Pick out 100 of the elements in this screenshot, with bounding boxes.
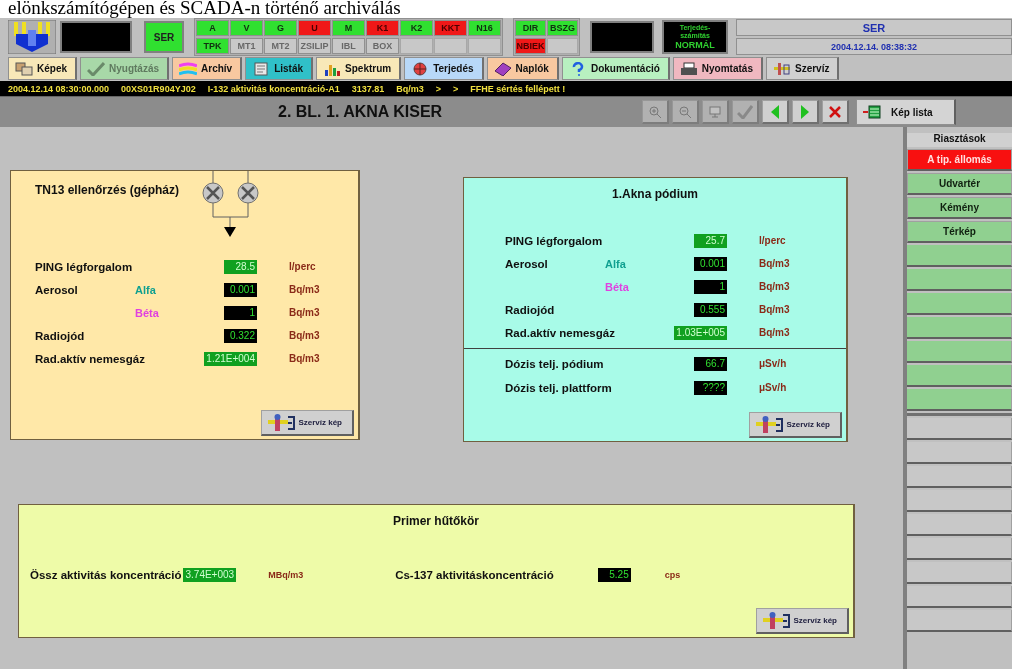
alarms-header: Riasztások — [907, 133, 1012, 147]
toolbar-button[interactable]: Listák — [245, 57, 314, 80]
picture-list-button[interactable]: Kép lista — [856, 99, 956, 125]
panel-title: Primer hűtőkör — [392, 513, 480, 528]
message-text: Bq/m3 — [396, 83, 424, 94]
unit-label: Bq/m3 — [758, 258, 791, 269]
panel-title: 1.Akna pódium — [611, 186, 699, 201]
reading-label: Dózis telj. plattform — [505, 381, 613, 394]
tool-button[interactable] — [792, 100, 819, 124]
message-text: 00XS01R904YJ02 — [121, 83, 196, 94]
value-display: 3.74E+003 — [183, 568, 237, 582]
tools-icon — [772, 61, 791, 76]
logo-icon — [8, 20, 56, 54]
unit-label: Bq/m3 — [288, 307, 321, 318]
unit-label: MBq/m3 — [268, 570, 304, 580]
reading-label: Aerosol — [505, 257, 549, 270]
value-display: 0.322 — [224, 328, 257, 343]
wave-icon — [179, 61, 198, 76]
check-icon — [87, 61, 105, 76]
toolbar-button[interactable]: Dokumentáció — [561, 57, 670, 80]
left-arrow-icon — [770, 104, 780, 119]
message-text: > — [453, 83, 459, 94]
status-indicator: V — [230, 20, 263, 36]
sidebar-item[interactable]: Kémény — [907, 197, 1012, 219]
pictures-icon — [15, 61, 33, 76]
reading-label: Radiojód — [35, 329, 86, 342]
channel-label: Béta — [135, 306, 160, 319]
channel-label: Alfa — [135, 283, 157, 296]
status-indicator: MT2 — [264, 38, 297, 54]
monitor-icon — [709, 105, 721, 118]
status-indicator: DIR — [515, 20, 546, 36]
status-indicator: BOX — [366, 38, 399, 54]
status-indicator: TPK — [196, 38, 229, 54]
channel-label: Alfa — [605, 257, 627, 270]
status-indicator: IBL — [332, 38, 365, 54]
status-indicator: N16 — [468, 20, 501, 36]
sidebar-item[interactable]: Udvartér — [907, 173, 1012, 195]
reading-label: Rad.aktív nemesgáz — [35, 352, 146, 365]
service-button[interactable]: Szervíz kép — [756, 608, 849, 634]
toolbar-button[interactable]: Terjedés — [404, 57, 484, 80]
display-panel — [60, 21, 132, 53]
screen-title: 2. BL. 1. AKNA KISER — [278, 103, 444, 121]
unit-label: Bq/m3 — [758, 304, 791, 315]
message-text: 3137.81 — [351, 83, 385, 94]
toolbar-button[interactable]: Szervíz — [765, 57, 840, 80]
value-display: 1 — [694, 279, 727, 294]
document-caption: elönkszámítógépen és SCADA-n történő archiválás — [7, 0, 402, 18]
document-icon — [252, 61, 271, 76]
reading-label: Rad.aktív nemesgáz — [505, 326, 616, 339]
value-display: 25.7 — [694, 233, 727, 248]
status-indicator: NBIEK — [515, 38, 546, 54]
reading-label: Aerosol — [35, 283, 79, 296]
message-text: I-132 aktivitás koncentráció-A1 — [207, 83, 340, 94]
toolbar-button[interactable]: Képek — [8, 57, 77, 80]
unit-label: Bq/m3 — [288, 330, 321, 341]
reading-label: Cs-137 aktivitáskoncentráció — [395, 569, 554, 581]
close-icon — [829, 105, 841, 118]
toolbar-button[interactable]: Nyomtatás — [672, 57, 763, 80]
toolbar-button[interactable]: Naplók — [486, 57, 559, 80]
status-indicator: KKT — [434, 20, 467, 36]
value-display: 1 — [224, 305, 257, 320]
sidebar-item[interactable]: Térkép — [907, 221, 1012, 243]
date-time: 2004.12.14. 08:38:32 — [736, 38, 1012, 55]
tools-icon — [756, 415, 785, 434]
message-text: FFHE sértés fellépett ! — [470, 83, 566, 94]
status-indicator: G — [264, 20, 297, 36]
tool-button[interactable] — [822, 100, 849, 124]
site-label: SER — [736, 19, 1012, 36]
unit-label: Bq/m3 — [288, 353, 321, 364]
zoom-in-icon — [648, 104, 662, 119]
printer-icon — [679, 61, 698, 76]
status-indicator: ZSILIP — [298, 38, 331, 54]
unit-label: μSv/h — [758, 382, 788, 393]
service-button[interactable]: Szervíz kép — [261, 410, 354, 436]
toolbar-button[interactable]: Spektrum — [316, 57, 402, 80]
value-display: 0.001 — [694, 256, 727, 271]
channel-label: Béta — [605, 280, 630, 293]
reading-label: PING légforgalom — [505, 234, 604, 247]
unit-label: cps — [664, 570, 681, 580]
reading-label: Össz aktivitás koncentráció — [30, 569, 182, 581]
value-display: 28.5 — [224, 259, 257, 274]
service-button[interactable]: Szervíz kép — [749, 412, 842, 438]
tool-button[interactable] — [762, 100, 789, 124]
status-indicator: K2 — [400, 20, 433, 36]
right-arrow-icon — [800, 104, 810, 119]
reading-label: Radiojód — [505, 303, 556, 316]
toolbar-button[interactable]: Archív — [172, 57, 243, 80]
status-indicator: MT1 — [230, 38, 263, 54]
unit-label: Bq/m3 — [758, 281, 791, 292]
unit-label: Bq/m3 — [758, 327, 791, 338]
value-display: ???? — [694, 380, 727, 395]
status-indicator: K1 — [366, 20, 399, 36]
station-indicator: SER — [144, 21, 184, 53]
message-text: > — [435, 83, 442, 94]
reading-label: Dózis telj. pódium — [505, 357, 605, 370]
message-text: 2004.12.14 08:30:00.000 — [8, 83, 110, 94]
status-indicator: M — [332, 20, 365, 36]
tools-icon — [763, 611, 792, 630]
unit-label: Bq/m3 — [288, 284, 321, 295]
list-icon — [863, 105, 881, 119]
